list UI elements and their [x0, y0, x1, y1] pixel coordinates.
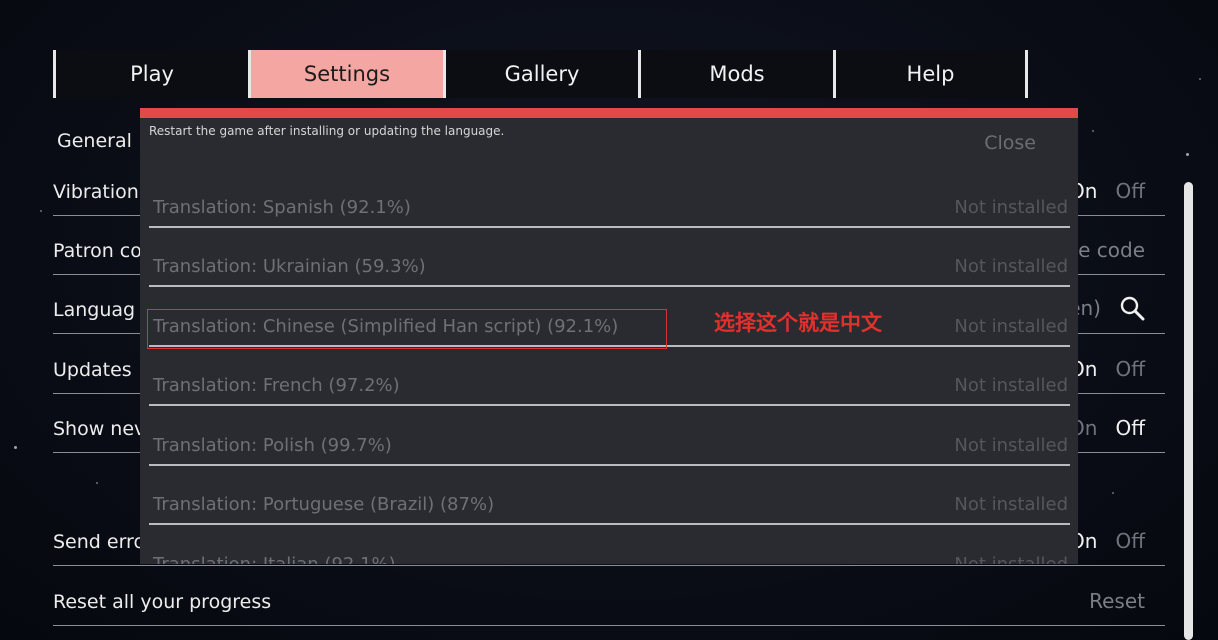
star: [96, 482, 98, 484]
tab-mods[interactable]: Mods: [638, 50, 833, 98]
main-tab-bar: Play Settings Gallery Mods Help: [53, 50, 1029, 98]
language-row-spanish[interactable]: Translation: Spanish (92.1%) Not install…: [149, 168, 1070, 228]
setting-label: Languag: [53, 299, 136, 321]
language-name: Translation: Chinese (Simplified Han scr…: [153, 315, 619, 337]
setting-label: Show nev: [53, 418, 146, 440]
language-row-chinese[interactable]: Translation: Chinese (Simplified Han scr…: [147, 287, 1070, 349]
language-status: Not installed: [954, 315, 1068, 337]
language-status: Not installed: [954, 375, 1068, 396]
annotation-text: 选择这个就是中文: [714, 311, 882, 335]
send-errors-off-option[interactable]: Off: [1115, 529, 1145, 553]
language-status: Not installed: [954, 434, 1068, 456]
restart-notice: Restart the game after installing or upd…: [149, 124, 505, 138]
star: [1112, 492, 1114, 494]
language-name: Translation: Portuguese (Brazil) (87%): [153, 494, 495, 515]
star: [14, 446, 17, 449]
star: [1199, 78, 1201, 80]
language-row-ukrainian[interactable]: Translation: Ukrainian (59.3%) Not insta…: [149, 228, 1070, 287]
game-settings-screen: Play Settings Gallery Mods Help General …: [0, 0, 1218, 640]
setting-label: Updates: [53, 359, 132, 381]
language-status: Not installed: [954, 196, 1068, 218]
show-news-off-option[interactable]: Off: [1115, 416, 1145, 440]
language-name: Translation: Polish (99.7%): [153, 434, 392, 456]
tab-gallery[interactable]: Gallery: [443, 50, 638, 98]
star: [1186, 153, 1189, 156]
reset-button[interactable]: Reset: [1089, 589, 1145, 613]
star: [40, 210, 42, 212]
language-row-italian[interactable]: Translation: Italian (92.1%) Not install…: [149, 525, 1070, 565]
updates-off-option[interactable]: Off: [1115, 357, 1145, 381]
language-name: Translation: French (97.2%): [153, 375, 400, 396]
close-button[interactable]: Close: [984, 132, 1036, 154]
setting-label: Vibration: [53, 181, 139, 203]
language-list: Translation: Spanish (92.1%) Not install…: [147, 168, 1070, 565]
language-status: Not installed: [954, 494, 1068, 515]
setting-label: Send erro: [53, 531, 146, 553]
language-name: Translation: Italian (92.1%): [153, 553, 396, 565]
tab-play[interactable]: Play: [53, 50, 248, 98]
language-status: Not installed: [954, 553, 1068, 565]
vibration-off-option[interactable]: Off: [1115, 179, 1145, 203]
language-row-french[interactable]: Translation: French (97.2%) Not installe…: [149, 347, 1070, 406]
language-row-polish[interactable]: Translation: Polish (99.7%) Not installe…: [149, 406, 1070, 466]
language-modal: Restart the game after installing or upd…: [140, 108, 1078, 564]
setting-label: Reset all your progress: [53, 591, 272, 613]
settings-section-title: General: [57, 130, 132, 152]
tab-help[interactable]: Help: [833, 50, 1028, 98]
language-row-portuguese[interactable]: Translation: Portuguese (Brazil) (87%) N…: [149, 466, 1070, 525]
language-name: Translation: Spanish (92.1%): [153, 196, 411, 218]
setting-label: Patron co: [53, 240, 142, 262]
search-icon[interactable]: [1119, 295, 1145, 321]
scrollbar[interactable]: [1184, 182, 1193, 640]
setting-row-reset: Reset all your progress Reset: [53, 568, 1165, 626]
language-status: Not installed: [954, 256, 1068, 277]
star: [1092, 130, 1094, 132]
tab-settings[interactable]: Settings: [248, 50, 443, 98]
language-name: Translation: Ukrainian (59.3%): [153, 256, 426, 277]
